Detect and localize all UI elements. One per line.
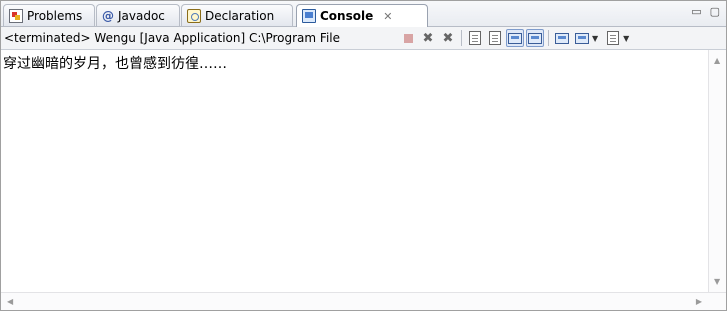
pin-console-icon	[555, 32, 569, 44]
scroll-up-icon[interactable]: ▲	[714, 56, 720, 65]
toolbar-separator	[548, 30, 549, 46]
minimize-icon[interactable]: ▭	[691, 5, 701, 18]
problems-icon	[9, 8, 23, 23]
scroll-left-icon[interactable]: ◀	[7, 297, 13, 306]
remove-launch-icon: ✖	[422, 30, 434, 46]
display-selected-console-icon	[575, 32, 589, 44]
process-label: <terminated> Wengu [Java Application] C:…	[4, 31, 340, 45]
remove-launch-button[interactable]: ✖	[419, 29, 437, 47]
remove-all-terminated-icon: ✖	[442, 30, 454, 46]
scroll-lock-icon	[489, 31, 501, 45]
console-view: Problems @ Javadoc Declaration Console ✕…	[0, 0, 727, 311]
console-output-line: 穿过幽暗的岁月，也曾感到彷徨……	[3, 56, 227, 72]
chevron-down-icon[interactable]: ▼	[592, 34, 598, 43]
chevron-down-icon[interactable]: ▼	[623, 34, 629, 43]
view-tab-strip: Problems @ Javadoc Declaration Console ✕…	[1, 1, 726, 27]
word-wrap-icon	[508, 32, 522, 44]
console-output-area[interactable]: 穿过幽暗的岁月，也曾感到彷徨……	[1, 50, 708, 292]
remove-all-terminated-button[interactable]: ✖	[439, 29, 457, 47]
pin-console-button[interactable]	[553, 29, 571, 47]
horizontal-scrollbar[interactable]: ◀ ▶	[1, 292, 726, 310]
word-wrap-button[interactable]	[506, 29, 524, 47]
tab-declaration[interactable]: Declaration	[181, 4, 293, 26]
terminate-icon	[403, 33, 413, 43]
at-sign-icon: @	[102, 8, 114, 23]
tab-javadoc-label: Javadoc	[118, 8, 165, 23]
open-console-button[interactable]	[604, 29, 622, 47]
console-icon	[302, 9, 316, 23]
toolbar-separator	[461, 30, 462, 46]
console-toolbar: <terminated> Wengu [Java Application] C:…	[1, 27, 726, 50]
tab-problems-label: Problems	[27, 8, 83, 23]
show-console-on-output-button[interactable]	[526, 29, 544, 47]
show-console-on-output-icon	[528, 32, 542, 44]
scroll-lock-button[interactable]	[486, 29, 504, 47]
tab-declaration-label: Declaration	[205, 8, 275, 23]
tab-problems[interactable]: Problems	[3, 4, 95, 26]
vertical-scrollbar[interactable]: ▲ ▼	[708, 50, 726, 292]
tab-console-label: Console	[320, 9, 374, 23]
terminate-button[interactable]	[399, 29, 417, 47]
tab-console[interactable]: Console ✕	[296, 4, 428, 27]
close-icon[interactable]: ✕	[383, 10, 392, 23]
clear-console-icon	[469, 31, 481, 45]
clear-console-button[interactable]	[466, 29, 484, 47]
open-console-icon	[607, 31, 620, 45]
maximize-icon[interactable]: ▢	[710, 5, 720, 18]
display-selected-console-button[interactable]	[573, 29, 591, 47]
scroll-down-icon[interactable]: ▼	[714, 277, 720, 286]
tab-javadoc[interactable]: @ Javadoc	[96, 4, 180, 26]
scroll-right-icon[interactable]: ▶	[696, 297, 702, 306]
declaration-icon	[187, 8, 201, 23]
